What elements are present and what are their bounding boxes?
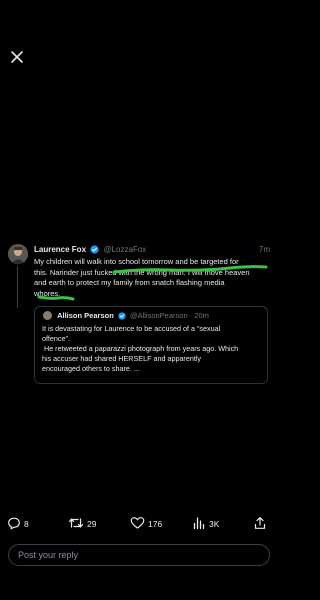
quoted-tweet-time: · 20m [189,311,209,320]
quoted-author-name: Allison Pearson [57,311,114,320]
verified-badge-icon [118,312,126,320]
reply-button[interactable]: 8 [7,516,29,530]
author-handle[interactable]: @LozzaFox [103,245,146,254]
tweet-text-line: My children will walk into school tomorr… [34,257,239,266]
close-icon [11,51,23,63]
share-button[interactable] [253,516,270,530]
reply-icon [8,517,20,530]
reply-count: 8 [24,519,29,529]
heart-icon [130,517,145,529]
tweet-time[interactable]: 7m [259,244,270,256]
close-button[interactable] [8,48,26,66]
retweet-button[interactable]: 29 [68,516,96,530]
quoted-text-line: encouraged others to share. ... [42,364,140,373]
thread-connector [17,266,18,308]
author-name[interactable]: Laurence Fox [34,245,86,254]
author-avatar[interactable] [8,244,28,264]
like-button[interactable]: 176 [130,516,162,530]
quoted-tweet-text: It is devastating for Laurence to be acc… [42,324,264,374]
quoted-text-line: his accuser had shared HERSELF and appar… [42,354,202,363]
retweet-count: 29 [87,519,97,529]
reply-input[interactable]: Post your reply [8,544,270,566]
tweet-text: My children will walk into school tomorr… [34,257,270,299]
quoted-tweet-header: Allison Pearson @AllisonPearson · 20m [43,311,209,321]
retweet-icon [68,518,84,528]
quoted-text-line: offence”. [42,334,70,343]
views-button[interactable]: 3K [192,516,219,530]
quoted-text-line: It is devastating for Laurence to be acc… [42,324,221,333]
share-icon [254,517,266,529]
tweet-text-line: whores. [34,288,61,298]
verified-badge-icon [90,245,99,254]
quoted-tweet[interactable]: Allison Pearson @AllisonPearson · 20m It… [34,306,268,384]
quoted-author-handle: @AllisonPearson [129,311,188,320]
tweet-text-line: and earth to protect my family from snat… [34,278,225,287]
view-count: 3K [209,519,220,529]
avatar-image [8,244,28,264]
views-chart-icon [193,517,205,530]
like-count: 176 [148,519,163,529]
quoted-text-line: He retweeted a paparazzi photograph from… [42,344,239,353]
reply-input-placeholder: Post your reply [18,550,79,560]
tweet-action-bar: 8 29 176 3K [0,516,277,530]
quoted-author-avatar [43,311,52,320]
tweet-text-line: this. Narinder just fucked with the wron… [34,267,250,277]
tweet-header: Laurence Fox @LozzaFox 7m [34,244,270,256]
